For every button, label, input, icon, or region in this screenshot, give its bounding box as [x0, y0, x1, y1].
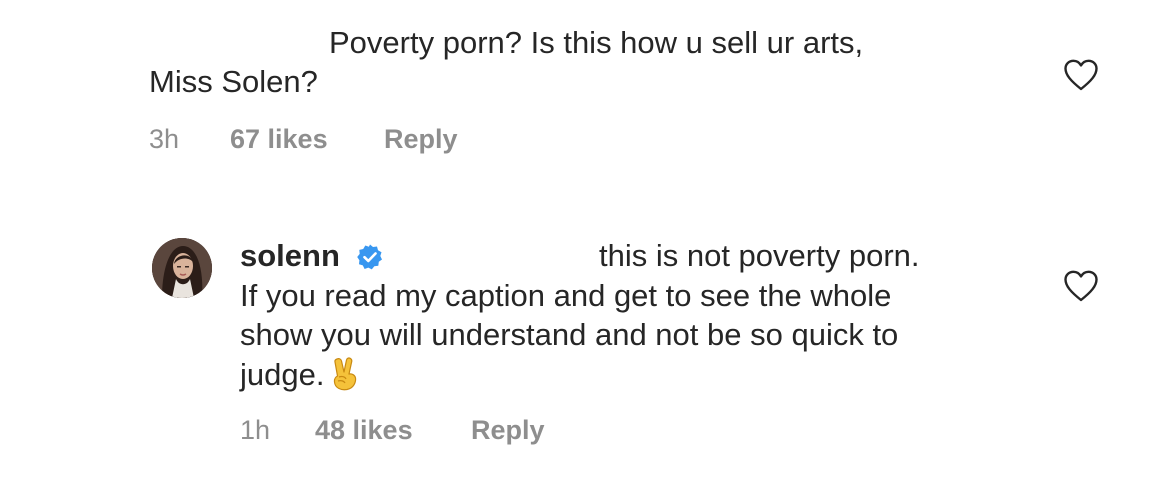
comment-text-fragment: judge. [240, 357, 325, 392]
comment-text-line: Miss Solen? [149, 64, 318, 99]
comment-text-line: Poverty porn? Is this how u sell ur arts… [329, 25, 864, 60]
reply-button[interactable]: Reply [384, 122, 458, 156]
avatar[interactable] [152, 238, 212, 298]
comment-text-line: judge. [240, 355, 360, 395]
heart-outline-icon[interactable] [1063, 58, 1099, 92]
reply-button[interactable]: Reply [471, 413, 545, 447]
comment-time: 1h [240, 415, 271, 445]
comment-text-line: this is not poverty porn. [599, 238, 920, 273]
victory-hand-emoji-icon [330, 357, 360, 391]
comment-username[interactable]: solenn [240, 235, 340, 277]
comments-thread: Poverty porn? Is this how u sell ur arts… [0, 0, 1160, 483]
comment-text-line: show you will understand and not be so q… [240, 317, 899, 352]
comment-text-line: If you read my caption and get to see th… [240, 278, 892, 313]
comment-likes-count[interactable]: 48 likes [315, 413, 413, 447]
verified-badge-icon [356, 243, 384, 271]
comment-likes-count[interactable]: 67 likes [230, 122, 328, 156]
heart-outline-icon[interactable] [1063, 269, 1099, 303]
comment-time: 3h [149, 124, 180, 154]
